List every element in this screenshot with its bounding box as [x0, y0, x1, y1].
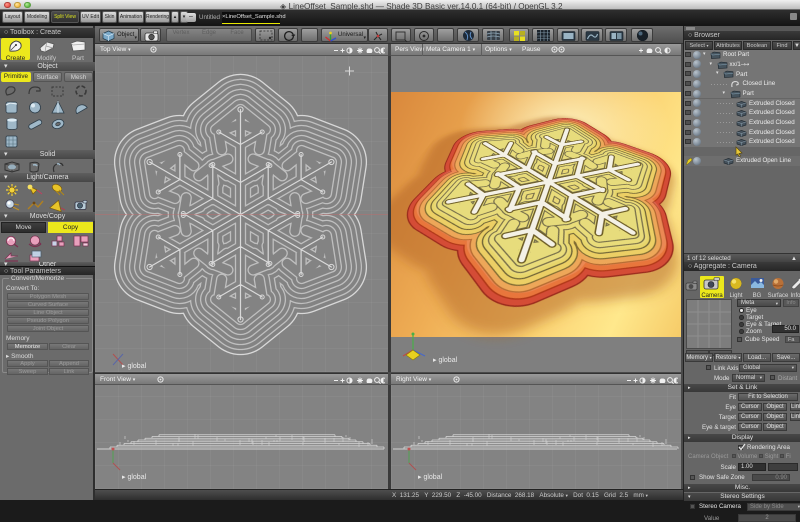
- svg-text:▸ global: ▸ global: [122, 474, 147, 481]
- svg-text:▸ global: ▸ global: [122, 363, 147, 370]
- svg-text:▸ global: ▸ global: [433, 357, 458, 364]
- svg-text:▸ global: ▸ global: [418, 474, 443, 481]
